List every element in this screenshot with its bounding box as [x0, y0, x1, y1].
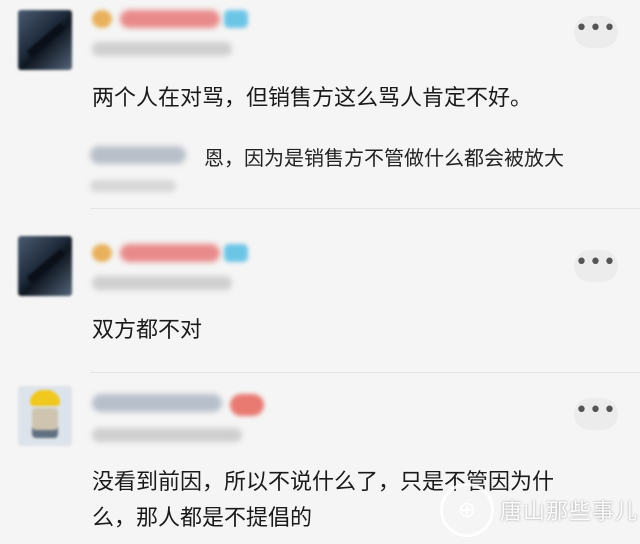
more-icon: •••: [575, 398, 617, 423]
level-badge-icon: [224, 10, 248, 28]
badge-icon: [230, 394, 264, 416]
more-options-button[interactable]: •••: [574, 250, 618, 282]
more-icon: •••: [575, 16, 617, 41]
watermark-logo-icon: ⊕: [440, 483, 494, 537]
badge-icon: [92, 10, 112, 28]
level-badge-icon: [224, 244, 248, 262]
username-blurred[interactable]: [120, 10, 220, 28]
comment-text: 两个人在对骂，但销售方这么骂人肯定不好。: [92, 86, 533, 111]
divider: [90, 208, 640, 209]
divider: [90, 372, 640, 373]
reply-timestamp-blurred: [90, 180, 176, 192]
comment-text-line-2: 么，那人都是不提倡的: [92, 506, 313, 531]
watermark-text: 唐山那些事儿: [500, 500, 639, 525]
timestamp-blurred: [92, 428, 242, 442]
more-options-button[interactable]: •••: [574, 16, 618, 48]
more-options-button[interactable]: •••: [574, 398, 618, 430]
username-blurred[interactable]: [92, 394, 222, 412]
timestamp-blurred: [92, 42, 232, 56]
reply-text: 恩，因为是销售方不管做什么都会被放大: [204, 146, 564, 170]
avatar[interactable]: [18, 236, 72, 296]
badge-icon: [92, 244, 112, 262]
watermark: ⊕ 唐山那些事儿: [440, 476, 640, 544]
comment-text: 双方都不对: [92, 318, 203, 343]
timestamp-blurred: [92, 276, 232, 290]
avatar[interactable]: [18, 10, 72, 70]
reply-username-blurred[interactable]: [90, 146, 186, 164]
more-icon: •••: [575, 250, 617, 275]
username-blurred[interactable]: [120, 244, 220, 262]
avatar[interactable]: [18, 386, 72, 446]
